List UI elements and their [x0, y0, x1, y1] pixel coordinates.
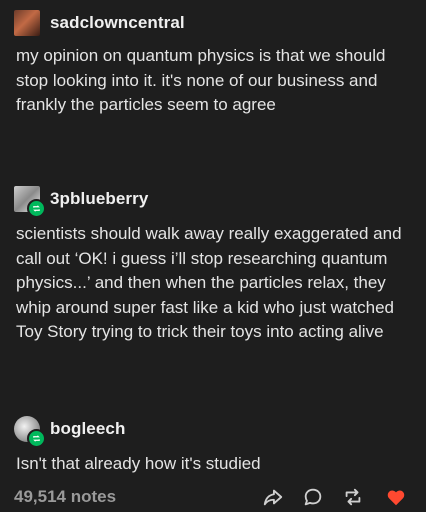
post-text: my opinion on quantum physics is that we…: [16, 46, 386, 114]
reblog-badge-icon: [27, 199, 46, 218]
post-header: 3pblueberry: [14, 184, 148, 218]
like-icon[interactable]: [385, 486, 407, 508]
reply-icon[interactable]: [302, 486, 324, 508]
post-footer: 49,514 notes: [0, 482, 426, 512]
notes-count[interactable]: 49,514 notes: [14, 487, 116, 507]
avatar[interactable]: [14, 186, 46, 218]
post-text: Isn't that already how it's studied: [16, 454, 261, 473]
share-icon[interactable]: [262, 486, 284, 508]
reblog-badge-icon: [27, 429, 46, 448]
post-header: bogleech: [14, 414, 125, 448]
avatar[interactable]: [14, 416, 46, 448]
username[interactable]: bogleech: [50, 419, 125, 439]
avatar[interactable]: [14, 10, 40, 36]
username[interactable]: 3pblueberry: [50, 189, 148, 209]
post-header: sadclowncentral: [14, 8, 185, 38]
reblog-icon[interactable]: [342, 486, 364, 508]
username[interactable]: sadclowncentral: [50, 13, 185, 33]
post-text: scientists should walk away really exagg…: [16, 224, 402, 341]
